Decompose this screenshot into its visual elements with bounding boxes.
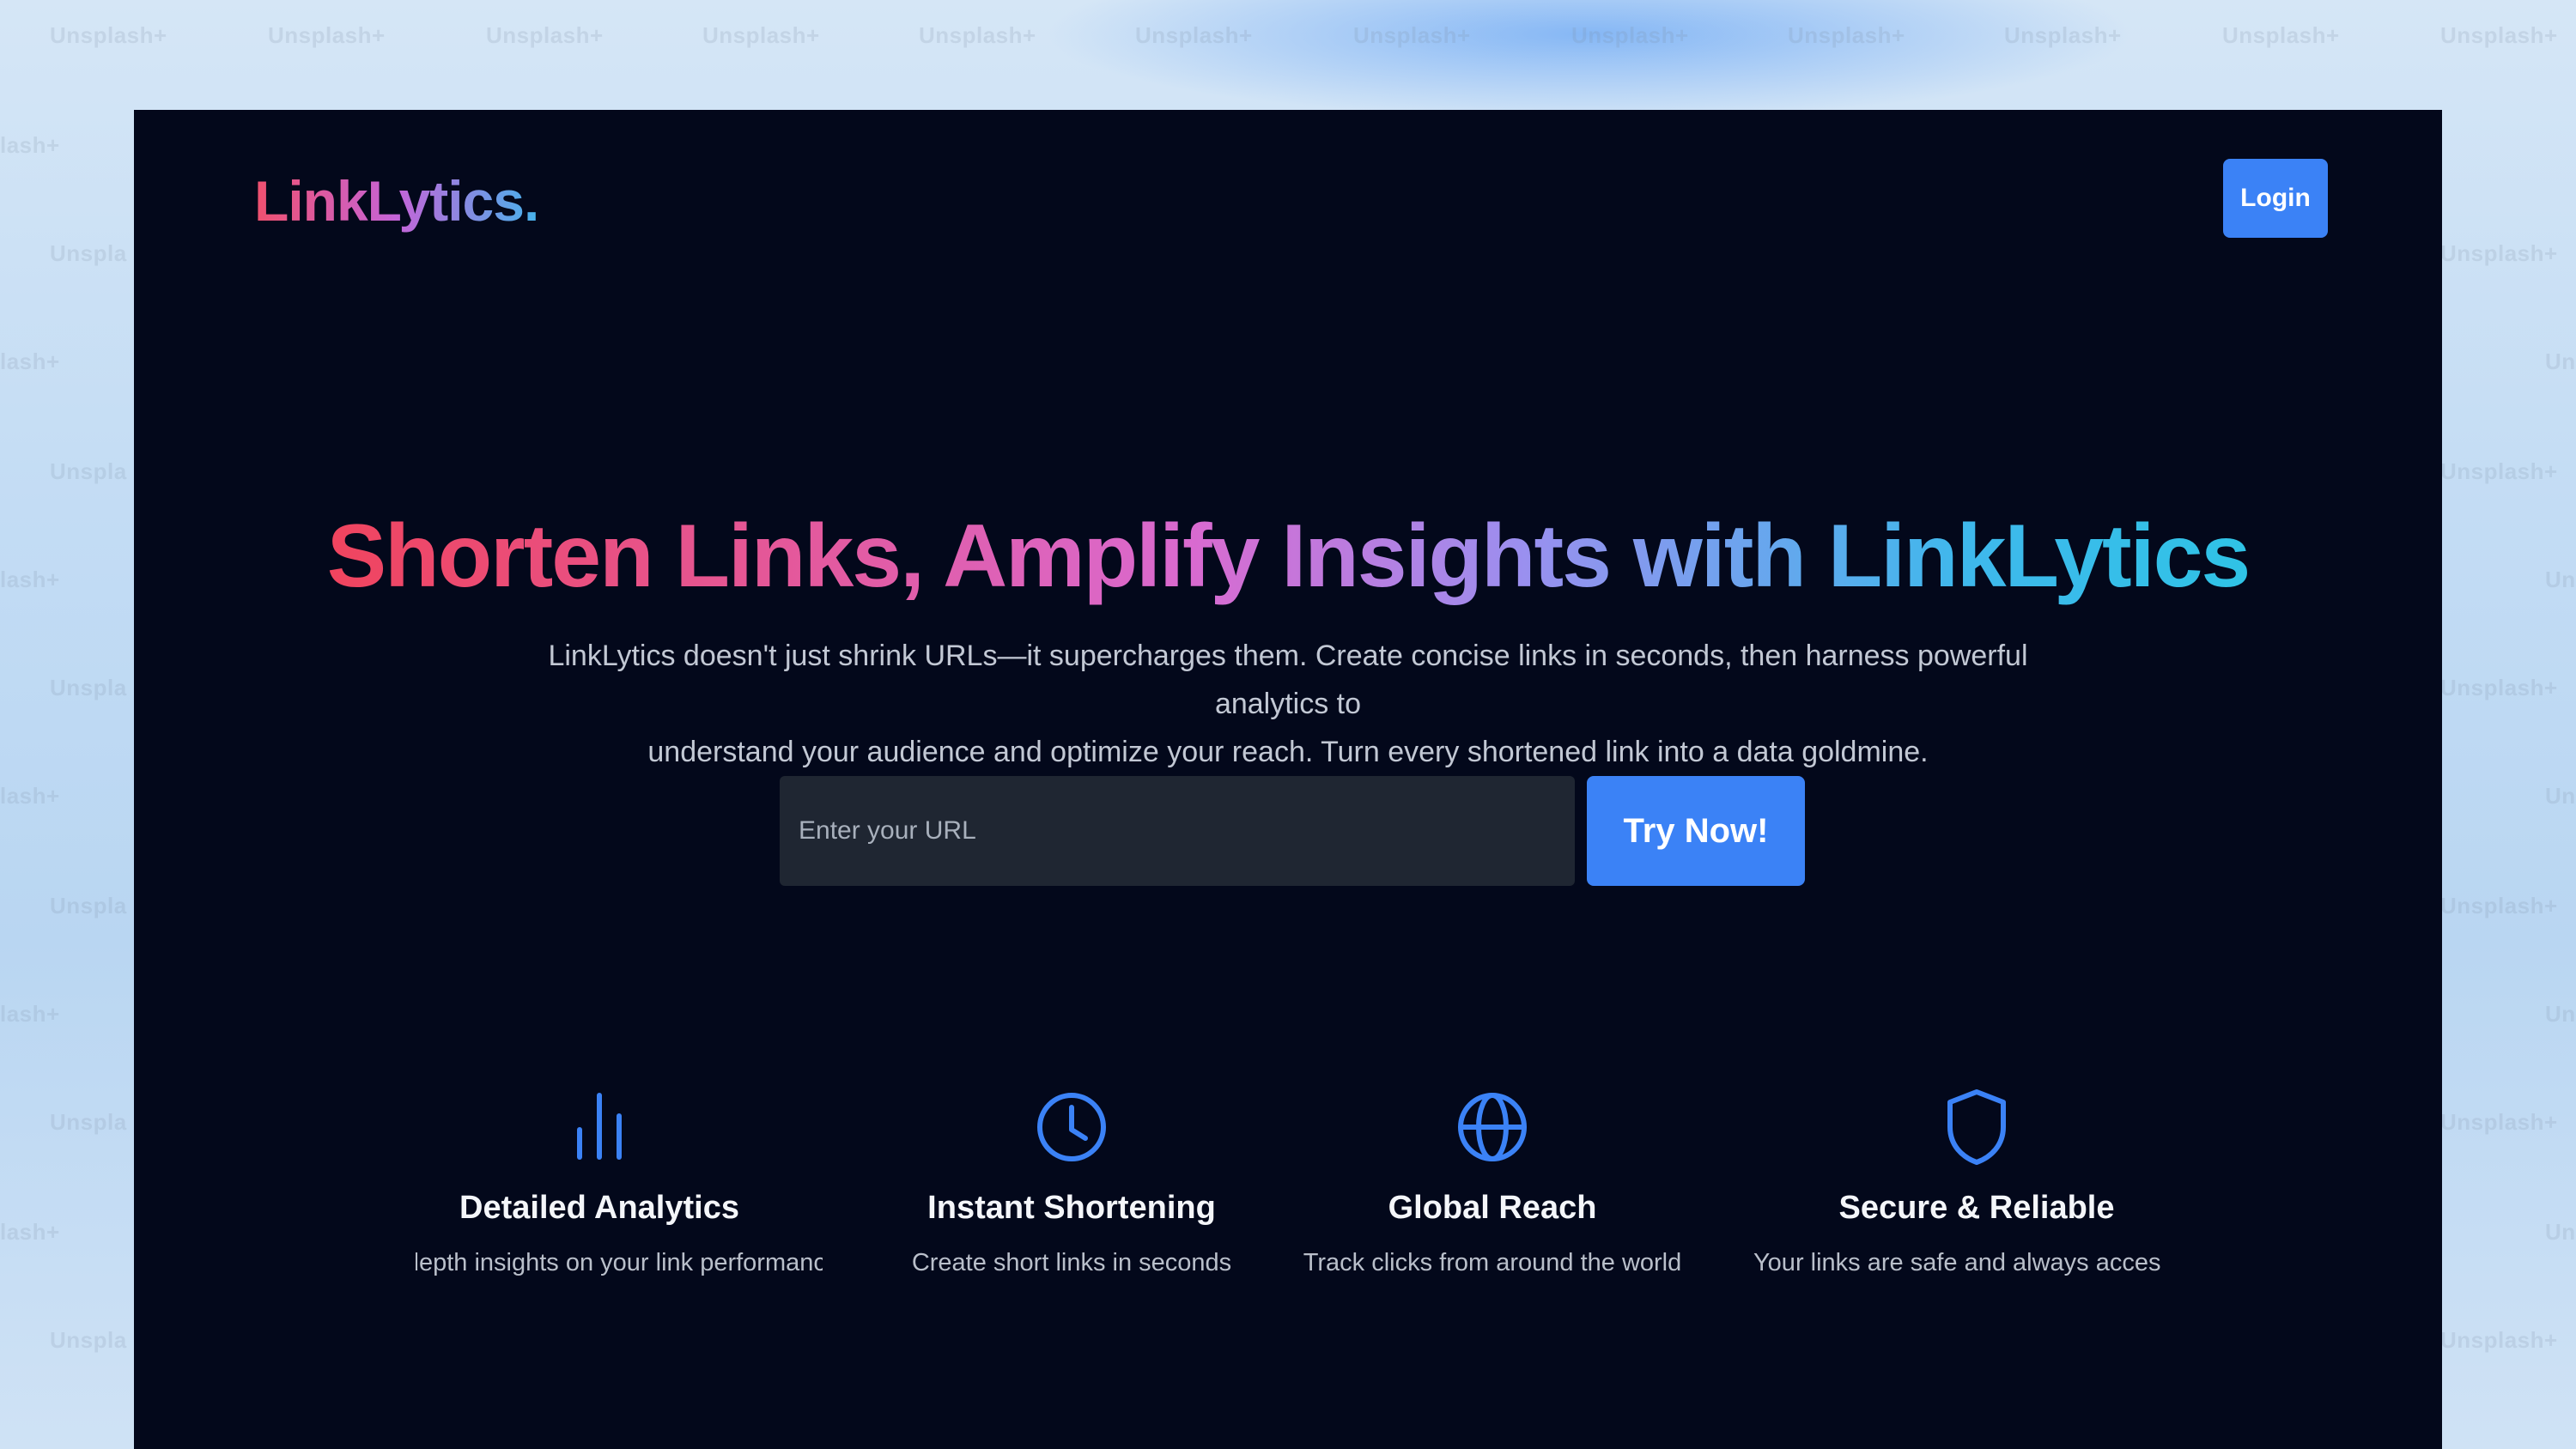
watermark-text: Un: [2545, 567, 2576, 592]
feature-description: Your links are safe and always accessibl…: [1753, 1249, 2160, 1276]
logo[interactable]: LinkLytics.: [254, 168, 539, 233]
background-glow: [0, 0, 2576, 112]
hero-headline: Shorten Links, Amplify Insights with Lin…: [134, 500, 2442, 612]
shield-icon: [1929, 1080, 2024, 1174]
hero-subtitle: LinkLytics doesn't just shrink URLs—it s…: [524, 632, 2052, 776]
watermark-text: Unspla: [50, 893, 127, 919]
watermark-text: lash+: [0, 783, 60, 809]
watermark-text: Unsplash+: [268, 22, 386, 48]
globe-icon: [1445, 1080, 1540, 1174]
login-button[interactable]: Login: [2223, 159, 2328, 238]
watermark-text: Unsplash+: [2004, 22, 2122, 48]
feature-title: Detailed Analytics: [459, 1190, 739, 1226]
watermark-text: Unsplash+: [486, 22, 604, 48]
feature-global-reach: Global Reach Track clicks from around th…: [1269, 1080, 1716, 1277]
watermark-text: Unsplash+: [1571, 22, 1689, 48]
watermark-text: lash+: [0, 1219, 60, 1245]
watermark-text: Unsplash+: [2440, 1327, 2558, 1353]
feature-description: Track clicks from around the world: [1303, 1249, 1682, 1276]
watermark-text: Unspla: [50, 675, 127, 700]
feature-title: Secure & Reliable: [1838, 1190, 2115, 1226]
watermark-text: Unsplash+: [1353, 22, 1471, 48]
watermark-text: Unsplash+: [1788, 22, 1905, 48]
feature-description: In-depth insights on your link performan…: [416, 1249, 823, 1276]
watermark-text: Unsplash+: [2440, 22, 2558, 48]
watermark-text: Unsplash+: [50, 22, 167, 48]
watermark-text: Unsplash+: [2440, 1109, 2558, 1135]
watermark-text: lash+: [0, 132, 60, 158]
watermark-text: Unsplash+: [919, 22, 1036, 48]
feature-title: Global Reach: [1388, 1190, 1597, 1226]
watermark-text: lash+: [0, 1001, 60, 1027]
watermark-text: Unsplash+: [2440, 675, 2558, 700]
hero-subtitle-line-1: LinkLytics doesn't just shrink URLs—it s…: [548, 640, 2028, 720]
hero-headline-text: Shorten Links, Amplify Insights with Lin…: [326, 506, 2251, 606]
url-input[interactable]: [780, 776, 1575, 886]
watermark-text: Unsplash+: [2222, 22, 2340, 48]
feature-detailed-analytics: Detailed Analytics In-depth insights on …: [416, 1080, 823, 1277]
feature-secure-reliable: Secure & Reliable Your links are safe an…: [1753, 1080, 2160, 1277]
watermark-text: Unsplash+: [2440, 458, 2558, 484]
watermark-text: Unspla: [50, 458, 127, 484]
feature-description: Create short links in seconds: [911, 1249, 1232, 1276]
watermark-text: Un: [2545, 1219, 2576, 1245]
hero-subtitle-line-2: understand your audience and optimize yo…: [647, 736, 1929, 768]
bar-chart-icon: [552, 1080, 647, 1174]
clock-icon: [1024, 1080, 1119, 1174]
watermark-text: lash+: [0, 349, 60, 374]
watermark-text: Unsplash+: [1135, 22, 1253, 48]
watermark-text: Unsplash+: [702, 22, 820, 48]
feature-instant-shortening: Instant Shortening Create short links in…: [848, 1080, 1295, 1277]
watermark-text: lash+: [0, 567, 60, 592]
watermark-text: Un: [2545, 1001, 2576, 1027]
watermark-text: Unspla: [50, 1327, 127, 1353]
watermark-text: Unsplash+: [2440, 893, 2558, 919]
feature-title: Instant Shortening: [927, 1190, 1216, 1226]
watermark-text: Un: [2545, 783, 2576, 809]
watermark-text: Un: [2545, 349, 2576, 374]
watermark-text: Unsplash+: [2440, 240, 2558, 266]
watermark-text: Unspla: [50, 1109, 127, 1135]
try-now-button[interactable]: Try Now!: [1587, 776, 1805, 886]
watermark-text: Unspla: [50, 240, 127, 266]
app-window: LinkLytics. Login Shorten Links, Amplify…: [134, 110, 2442, 1449]
